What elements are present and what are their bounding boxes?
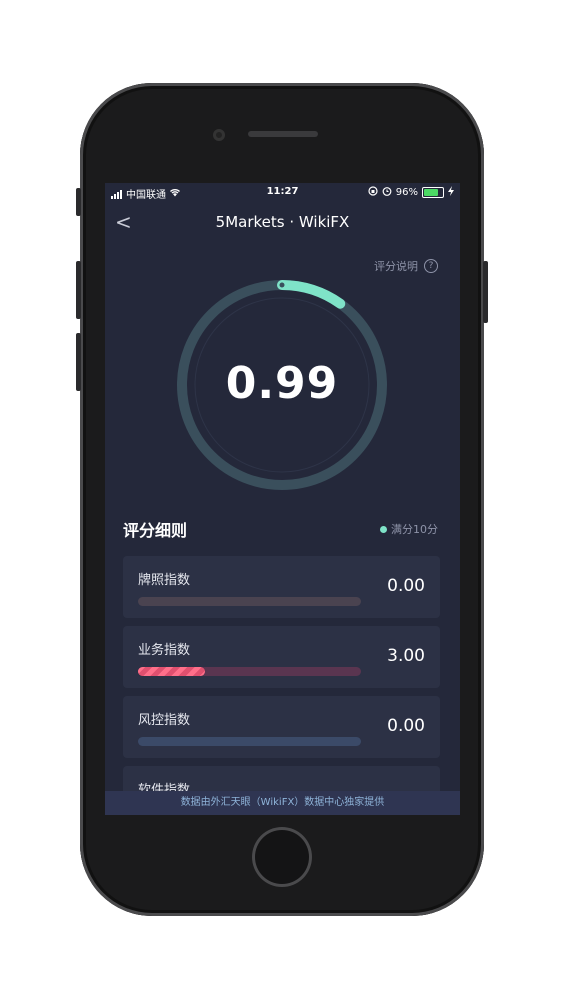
battery-icon xyxy=(422,187,444,198)
index-card-license[interactable]: 牌照指数 0.00 xyxy=(123,556,440,618)
score-gauge: 0.99 xyxy=(175,278,389,492)
index-bar xyxy=(138,597,361,606)
index-value: 0.00 xyxy=(387,576,425,596)
index-bar xyxy=(138,737,361,746)
index-card-business[interactable]: 业务指数 3.00 xyxy=(123,626,440,688)
question-icon: ? xyxy=(424,259,438,273)
legend-dot-icon xyxy=(380,525,387,533)
status-bar: 中国联通 11:27 96% xyxy=(105,183,460,201)
rating-explanation-link[interactable]: 评分说明 ? xyxy=(374,258,438,274)
index-name: 风控指数 xyxy=(138,713,191,728)
power-button xyxy=(483,261,488,323)
score-value: 0.99 xyxy=(225,358,339,409)
index-value: 0.00 xyxy=(387,716,425,736)
section-title: 评分细则 xyxy=(123,521,188,540)
home-button[interactable] xyxy=(252,827,312,887)
rating-explanation-label: 评分说明 xyxy=(374,260,418,273)
battery-percent: 96% xyxy=(395,187,418,198)
rotation-lock-icon xyxy=(368,186,378,199)
index-bar xyxy=(138,667,361,676)
gauge-start-dot xyxy=(279,282,285,288)
page-title: 5Markets · WikiFX xyxy=(215,213,350,231)
volume-up-button xyxy=(76,261,81,319)
data-source-footer: 数据由外汇天眼（WikiFX）数据中心独家提供 xyxy=(105,791,460,815)
full-mark-label: 满分10分 xyxy=(391,523,438,536)
index-card-risk-control[interactable]: 风控指数 0.00 xyxy=(123,696,440,758)
mute-switch xyxy=(76,188,81,216)
charging-icon xyxy=(448,186,454,199)
alarm-icon xyxy=(382,186,392,199)
index-name: 业务指数 xyxy=(138,643,191,658)
full-mark-legend: 满分10分 xyxy=(380,521,438,537)
nav-bar: < 5Markets · WikiFX xyxy=(105,209,460,235)
index-bar-fill xyxy=(138,667,205,676)
earpiece-speaker xyxy=(248,131,318,137)
index-name: 牌照指数 xyxy=(138,573,191,588)
front-camera xyxy=(213,129,225,141)
app-screen: 中国联通 11:27 96% < 5Markets · WikiFX 评分说明 … xyxy=(105,183,460,815)
volume-down-button xyxy=(76,333,81,391)
index-value: 3.00 xyxy=(387,646,425,666)
